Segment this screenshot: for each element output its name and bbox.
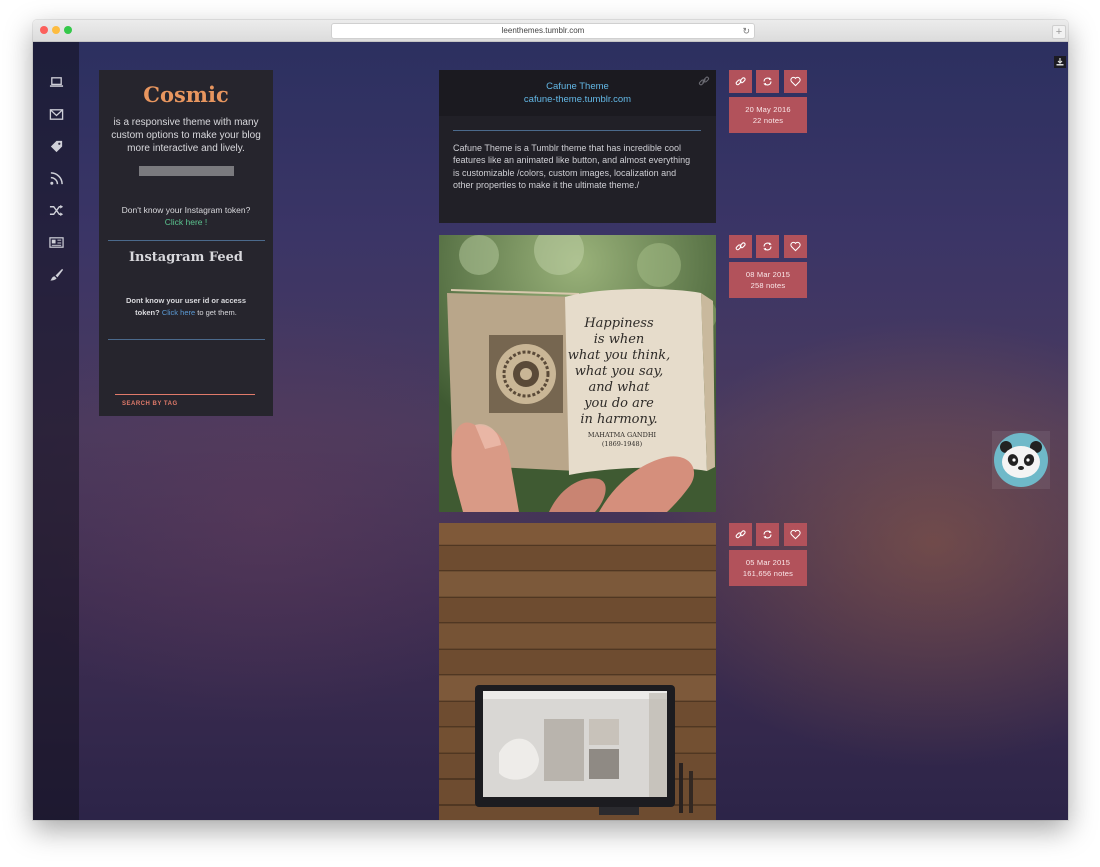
like-button[interactable] (784, 523, 807, 546)
post-body: Cafune Theme is a Tumblr theme that has … (453, 143, 691, 190)
post-notes: 22 notes (752, 116, 784, 125)
post-meta[interactable]: 08 Mar 2015 258 notes (729, 262, 807, 298)
panda-widget[interactable] (992, 431, 1050, 489)
reblog-button[interactable] (756, 235, 779, 258)
close-window-button[interactable] (40, 26, 48, 34)
post-date: 08 Mar 2015 (745, 270, 791, 279)
quote-line: and what (588, 380, 650, 395)
post-date: 20 May 2016 (745, 105, 791, 114)
like-button[interactable] (784, 70, 807, 93)
link-icon (735, 77, 746, 86)
post-header: Cafune Theme cafune-theme.tumblr.com (439, 70, 716, 116)
tag-icon[interactable] (46, 136, 66, 156)
shuffle-icon[interactable] (46, 200, 66, 220)
address-bar[interactable]: leenthemes.tumblr.com ↻ (331, 23, 755, 39)
post-notes: 161,656 notes (742, 569, 794, 578)
quote-line: in harmony. (580, 412, 657, 427)
quote-line: is when (594, 332, 645, 347)
post-notes: 258 notes (750, 281, 786, 290)
permalink-button[interactable] (729, 70, 752, 93)
newspaper-icon[interactable] (46, 232, 66, 252)
photo-post-book[interactable]: Happiness is when what you think, what y… (439, 235, 716, 512)
blog-title[interactable]: Cosmic (99, 82, 273, 107)
like-button[interactable] (784, 235, 807, 258)
page-viewport: Cosmic is a responsive theme with many c… (33, 42, 1068, 820)
reblog-icon (763, 530, 772, 539)
post-title[interactable]: Cafune Theme (439, 81, 716, 92)
new-tab-button[interactable]: + (1052, 25, 1066, 39)
link-icon (735, 242, 746, 251)
search-input[interactable] (115, 394, 255, 395)
desk-laptop-photo (439, 523, 716, 820)
quote-line: what you think, (568, 348, 670, 363)
heart-icon (790, 529, 801, 540)
instagram-token-help: Don't know your Instagram token? Click h… (109, 204, 263, 228)
post-subtitle-link[interactable]: cafune-theme.tumblr.com (439, 94, 716, 105)
blog-description: is a responsive theme with many custom o… (111, 117, 261, 154)
panda-icon (994, 433, 1048, 487)
mail-icon[interactable] (46, 104, 66, 124)
instagram-token-question: Don't know your Instagram token? (121, 205, 251, 215)
browser-titlebar: leenthemes.tumblr.com ↻ + (33, 20, 1068, 42)
brush-icon[interactable] (46, 264, 66, 284)
post-meta[interactable]: 20 May 2016 22 notes (729, 97, 807, 133)
zoom-window-button[interactable] (64, 26, 72, 34)
search-by-tag-label: SEARCH BY TAG (122, 401, 178, 407)
text-post: Cafune Theme cafune-theme.tumblr.com Caf… (439, 70, 716, 223)
minimize-window-button[interactable] (52, 26, 60, 34)
heart-icon (790, 76, 801, 87)
instagram-token-link[interactable]: Click here ! (165, 217, 208, 227)
reblog-button[interactable] (756, 523, 779, 546)
book-photo: Happiness is when what you think, what y… (439, 235, 716, 512)
left-icon-nav (33, 42, 79, 820)
permalink-button[interactable] (729, 235, 752, 258)
divider (108, 339, 265, 340)
post-meta[interactable]: 05 Mar 2015 161,656 notes (729, 550, 807, 586)
reload-icon[interactable]: ↻ (742, 24, 750, 38)
placeholder-bar (139, 166, 234, 176)
photo-post-desk[interactable] (439, 523, 716, 820)
reblog-button[interactable] (756, 70, 779, 93)
reblog-icon (763, 242, 772, 251)
divider (108, 240, 265, 241)
post-divider (453, 130, 701, 131)
userid-link[interactable]: Click here (162, 308, 195, 317)
reblog-icon (763, 77, 772, 86)
permalink-button[interactable] (729, 523, 752, 546)
instagram-feed-title: Instagram Feed (128, 250, 244, 265)
rss-icon[interactable] (46, 168, 66, 188)
laptop-icon[interactable] (46, 72, 66, 92)
post-date: 05 Mar 2015 (745, 558, 791, 567)
link-icon[interactable] (698, 75, 710, 87)
download-icon[interactable] (1054, 56, 1066, 68)
sidebar-card: Cosmic is a responsive theme with many c… (99, 70, 273, 416)
heart-icon (790, 241, 801, 252)
quote-years: (1869-1948) (602, 440, 643, 448)
quote-line: you do are (583, 396, 654, 411)
url-text: leenthemes.tumblr.com (501, 26, 585, 35)
userid-tail: to get them. (195, 308, 237, 317)
quote-line: Happiness (583, 316, 654, 331)
quote-line: what you say, (575, 364, 663, 379)
browser-window: leenthemes.tumblr.com ↻ + Cosmic is a re… (33, 20, 1068, 820)
quote-author: MAHATMA GANDHI (588, 431, 657, 439)
userid-help: Dont know your user id or access token? … (113, 295, 259, 319)
link-icon (735, 530, 746, 539)
